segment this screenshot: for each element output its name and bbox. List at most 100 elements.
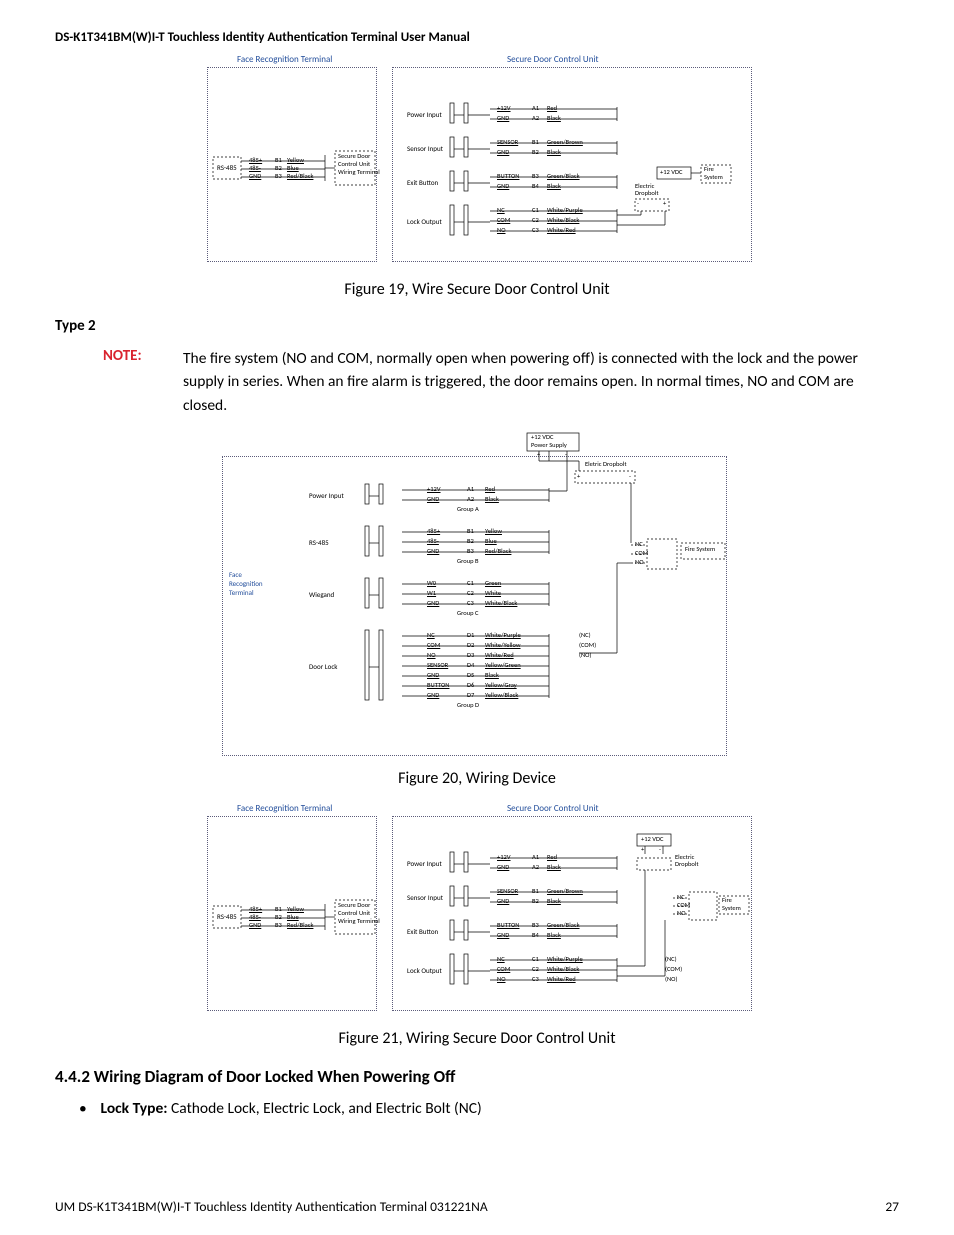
diagram-label: + [641,846,644,853]
note-label: NOTE: [103,347,183,417]
diagram-label: C2 [532,966,539,973]
diagram-label: Power Input [407,860,442,868]
figure-20-caption: Figure 20, Wiring Device [55,769,899,788]
diagram-label: B3 [532,173,539,180]
diagram-label: +12 VDC [660,169,682,176]
figure-19-diagram: Face Recognition Terminal Secure Door Co… [197,57,757,272]
diagram-label: (COM) [579,642,596,649]
diagram-label: NC [497,207,505,214]
diagram-label: Group A [457,506,479,513]
diagram-label: Exit Button [407,179,438,187]
diagram-label: B2 [275,914,282,921]
diagram-label: Fire System [685,546,715,553]
diagram-label: NC [635,541,643,548]
lock-type-label: Lock Type: [101,1099,168,1118]
note-block: NOTE: The fire system (NO and COM, norma… [103,347,899,417]
diagram-label: NC [497,956,505,963]
diagram-label: (NO) [579,652,591,659]
diagram-label: A2 [532,864,539,871]
diagram-label: Sensor Input [407,894,443,902]
diagram-label: D1 [467,632,474,639]
diagram-label: W1 [427,590,436,597]
diagram-label: +12 VDC [641,836,663,843]
lock-type-value: Cathode Lock, Electric Lock, and Electri… [168,1099,482,1118]
diagram-label: Black [485,672,499,679]
diagram-label: B3 [532,922,539,929]
diagram-label: Face [229,571,242,579]
diagram-label: Yellow/Green [485,662,521,669]
diagram-label: - [565,451,567,458]
diagram-label: B4 [532,183,539,190]
diagram-label: GND [497,864,509,871]
diagram-label: White/Purple [485,632,521,639]
diagram-label: Black [547,183,561,190]
diagram-label: B3 [467,548,474,555]
diagram-label: + [537,451,540,458]
diagram-label: + [577,473,580,480]
diagram-label: Red [485,486,495,493]
diagram-label: B1 [467,528,474,535]
type-2-heading: Type 2 [55,317,899,335]
diagram-label: +12V [427,486,441,493]
figure-21-caption: Figure 21, Wiring Secure Door Control Un… [55,1029,899,1048]
lock-type-bullet: • Lock Type: Cathode Lock, Electric Lock… [79,1099,899,1118]
diagram-label: System [722,905,741,912]
diagram-label: 485+ [249,906,262,913]
diagram-label: White/Red [485,652,514,659]
diagram-label: 485- [249,914,261,921]
diagram-label: C3 [467,600,474,607]
diagram-label: (NC) [579,632,591,639]
diagram-label: RS-485 [217,913,237,921]
diagram-label: White/Black [547,217,579,224]
diagram-label: B4 [532,932,539,939]
diagram-label: Yellow/Black [485,692,518,699]
diagram-label: W0 [427,580,436,587]
diagram-label: Green/Brown [547,139,583,146]
diagram-label: B3 [275,173,282,180]
diagram-label: White/Black [547,966,579,973]
diagram-label: A1 [532,854,539,861]
diagram-label: B2 [532,149,539,156]
diagram-label: Black [547,898,561,905]
diagram-label: C3 [532,976,539,983]
diagram-label: Red/Black [287,173,313,180]
diagram-label: C2 [532,217,539,224]
diagram-label: System [704,174,723,181]
diagram-label: Black [547,932,561,939]
diagram-label: GND [427,548,439,555]
diagram-label: B1 [275,906,282,913]
diagram-label: Red/Black [287,922,313,929]
diagram-label: Group C [457,610,478,617]
diagram-label: Green [485,580,501,587]
diagram-label: Power Input [407,111,442,119]
diagram-label: SENSOR [427,662,448,669]
diagram-label: B1 [532,139,539,146]
diagram-label: RS-485 [217,164,237,172]
diagram-label: NO [635,559,644,566]
diagram-label: +12 VDC [531,434,553,441]
diagram-label: COM [635,550,648,557]
diagram-label: D5 [467,672,474,679]
diagram-label: GND [427,672,439,679]
section-4-4-2-heading: 4.4.2 Wiring Diagram of Door Locked When… [55,1066,899,1087]
diagram-label: NO [497,227,506,234]
diagram-label: White/Red [547,976,576,983]
diagram-label: 485+ [427,528,440,535]
diagram-label: C1 [532,207,539,214]
diagram-label: - [637,200,639,207]
diagram-label: Green/Brown [547,888,583,895]
diagram-label: SENSOR [497,139,518,146]
diagram-label: Yellow [485,528,502,535]
diagram-label: Black [547,115,561,122]
diagram-label: White/Red [547,227,576,234]
diagram-label: GND [497,115,509,122]
page-number: 27 [885,1198,899,1215]
diagram-label: BUTTON [497,173,519,180]
diagram-label: BUTTON [497,922,519,929]
bullet-icon: • [79,1099,97,1118]
diagram-label: Control Unit [338,910,370,917]
note-text: The fire system (NO and COM, normally op… [183,347,899,417]
diagram-label: Terminal [229,589,254,597]
diagram-label: D6 [467,682,474,689]
diagram-label: GND [427,496,439,503]
